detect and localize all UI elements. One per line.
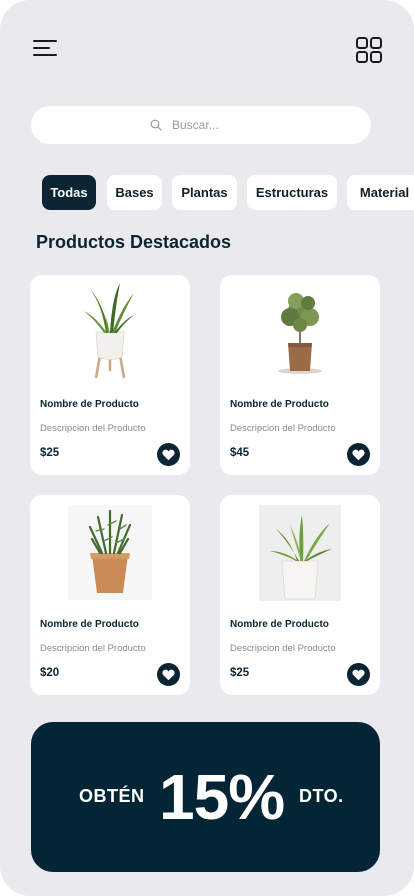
product-name: Nombre de Producto — [40, 399, 139, 410]
product-card[interactable]: Nombre de Producto Descripcion del Produ… — [220, 275, 380, 475]
search-bar[interactable] — [31, 106, 371, 144]
chip-plantas[interactable]: Plantas — [172, 175, 237, 210]
product-name: Nombre de Producto — [40, 619, 139, 630]
favorite-heart-icon[interactable] — [347, 663, 370, 686]
favorite-heart-icon[interactable] — [347, 443, 370, 466]
promo-banner[interactable]: OBTÉN 15% DTO. — [31, 722, 380, 872]
product-price: $45 — [230, 447, 250, 459]
section-title: Productos Destacados — [36, 232, 232, 252]
chip-material[interactable]: Material — [347, 175, 414, 210]
product-name: Nombre de Producto — [230, 619, 329, 630]
hamburger-menu-icon[interactable] — [33, 38, 59, 60]
category-chips: Todas Bases Plantas Estructuras Material — [0, 175, 414, 210]
promo-discount-value: 15% — [159, 761, 285, 833]
product-name: Nombre de Producto — [230, 399, 329, 410]
product-image-snake-plant — [30, 275, 190, 390]
favorite-heart-icon[interactable] — [157, 443, 180, 466]
product-description: Descripcion del Producto — [230, 643, 336, 654]
promo-prefix: OBTÉN — [79, 786, 145, 806]
product-price: $25 — [40, 447, 60, 459]
app-screen: Todas Bases Plantas Estructuras Material… — [0, 0, 414, 896]
product-description: Descripcion del Producto — [40, 643, 146, 654]
product-card[interactable]: Nombre de Producto Descripcion del Produ… — [220, 495, 380, 695]
product-price: $25 — [230, 667, 250, 679]
top-bar — [0, 0, 414, 90]
search-icon — [150, 119, 162, 131]
grid-view-icon[interactable] — [356, 37, 382, 63]
chip-bases[interactable]: Bases — [107, 175, 162, 210]
product-image-olive-tree — [220, 275, 380, 390]
search-input[interactable] — [172, 118, 252, 132]
product-card[interactable]: Nombre de Producto Descripcion del Produ… — [30, 275, 190, 475]
product-description: Descripcion del Producto — [40, 423, 146, 434]
product-image-aloe — [220, 495, 380, 610]
chip-estructuras[interactable]: Estructuras — [247, 175, 337, 210]
promo-suffix: DTO. — [299, 786, 344, 806]
chip-todas[interactable]: Todas — [42, 175, 96, 210]
product-description: Descripcion del Producto — [230, 423, 336, 434]
product-price: $20 — [40, 667, 60, 679]
favorite-heart-icon[interactable] — [157, 663, 180, 686]
product-image-rosemary — [30, 495, 190, 610]
product-card[interactable]: Nombre de Producto Descripcion del Produ… — [30, 495, 190, 695]
